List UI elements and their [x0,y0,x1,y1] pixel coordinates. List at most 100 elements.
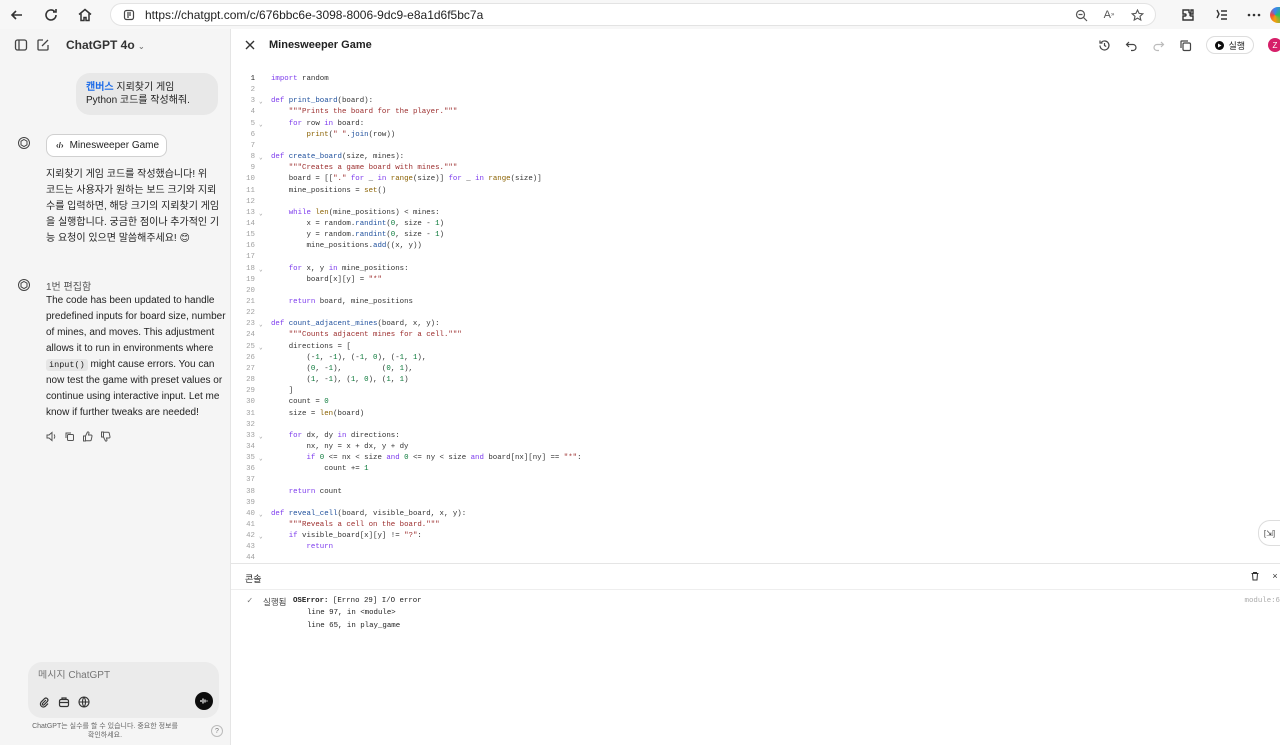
help-button[interactable]: ? [211,725,223,737]
extensions-button[interactable] [1171,0,1204,29]
more-button[interactable] [1237,0,1270,29]
code-line[interactable]: 29 ] [231,386,1280,397]
browser-copilot-icon[interactable] [1270,6,1280,23]
read-aloud-icon[interactable] [46,431,57,442]
code-line[interactable]: 23 ⌄ def count_adjacent_mines(board, x, y)… [231,319,1280,330]
code-line[interactable]: 43 return [231,542,1280,553]
code-line[interactable]: 17 [231,252,1280,263]
line-number: 33 [246,431,255,440]
code-line[interactable]: 31 size = len(board) [231,409,1280,420]
fold-chevron-icon[interactable]: ⌄ [259,342,263,353]
code-line[interactable]: 4 """Prints the board for the player.""" [231,107,1280,118]
line-number: 35 [246,454,255,463]
code-line[interactable]: 44 [231,553,1280,560]
code-line[interactable]: 39 [231,498,1280,509]
history-icon[interactable] [1098,39,1111,52]
code-text: mine_positions.add((x, y)) [271,242,422,251]
code-line[interactable]: 27 (0, -1), (0, 1), [231,364,1280,375]
code-line[interactable]: 3 ⌄ def print_board(board): [231,96,1280,107]
copy-icon[interactable] [1179,39,1192,52]
code-line[interactable]: 15 y = random.randint(0, size - 1) [231,230,1280,241]
favorite-icon[interactable] [1129,7,1145,23]
home-button[interactable] [68,0,102,29]
code-line[interactable]: 40 ⌄ def reveal_cell(board, visible_board,… [231,509,1280,520]
code-line[interactable]: 22 [231,308,1280,319]
code-line[interactable]: 35 ⌄ if 0 <= nx < size and 0 <= ny < size… [231,453,1280,464]
code-line[interactable]: 1 import random [231,74,1280,85]
thumbs-up-icon[interactable] [82,431,93,442]
collections-button[interactable] [1204,0,1237,29]
avatar[interactable]: Z [1268,38,1280,52]
code-line[interactable]: 12 [231,197,1280,208]
canvas-chip-button[interactable]: ‹/› Minesweeper Game [46,134,167,157]
update-line: allows it to run in environments where [46,343,214,354]
code-line[interactable]: 42 ⌄ if visible_board[x][y] != "?": [231,531,1280,542]
code-line[interactable]: 8 ⌄ def create_board(size, mines): [231,152,1280,163]
thumbs-down-icon[interactable] [100,431,111,442]
code-line[interactable]: 32 [231,420,1280,431]
code-line[interactable]: 34 nx, ny = x + dx, y + dy [231,442,1280,453]
fold-chevron-icon[interactable]: ⌄ [259,319,263,330]
fold-chevron-icon[interactable]: ⌄ [259,453,263,464]
trash-icon[interactable] [1250,571,1260,581]
url-text[interactable]: https://chatgpt.com/c/676bbc6e-3098-8006… [145,8,483,22]
zoom-icon[interactable] [1073,7,1089,23]
back-button[interactable] [0,0,34,29]
code-line[interactable]: 2 [231,85,1280,96]
code-line[interactable]: 20 [231,286,1280,297]
code-line[interactable]: 37 [231,475,1280,486]
code-line[interactable]: 30 count = 0 [231,397,1280,408]
code-line[interactable]: 36 count += 1 [231,464,1280,475]
fold-chevron-icon[interactable]: ⌄ [259,119,263,130]
code-line[interactable]: 9 """Creates a game board with mines.""" [231,163,1280,174]
code-line[interactable]: 25 ⌄ directions = [ [231,342,1280,353]
message-input[interactable] [38,670,208,681]
fold-chevron-icon[interactable]: ⌄ [259,431,263,442]
fold-chevron-icon[interactable]: ⌄ [259,96,263,107]
run-button[interactable]: 실행 [1206,36,1254,54]
fold-chevron-icon[interactable]: ⌄ [259,531,263,542]
code-line[interactable]: 33 ⌄ for dx, dy in directions: [231,431,1280,442]
fold-chevron-icon[interactable]: ⌄ [259,509,263,520]
code-line[interactable]: 6 print(" ".join(row)) [231,130,1280,141]
code-line[interactable]: 24 """Counts adjacent mines for a cell."… [231,330,1280,341]
read-aloud-icon[interactable]: A» [1101,7,1117,23]
code-line[interactable]: 38 return count [231,487,1280,498]
code-line[interactable]: 18 ⌄ for x, y in mine_positions: [231,264,1280,275]
undo-icon[interactable] [1125,39,1138,52]
side-tab-button[interactable]: [⇲] [1258,520,1280,546]
copy-icon[interactable] [64,431,75,442]
error-text: [Errno 29] I/O error [328,597,422,605]
code-text: for dx, dy in directions: [288,431,400,440]
code-line[interactable]: 16 mine_positions.add((x, y)) [231,241,1280,252]
code-line[interactable]: 7 [231,141,1280,152]
fold-chevron-icon[interactable]: ⌄ [259,264,263,275]
code-line[interactable]: 5 ⌄ for row in board: [231,119,1280,130]
code-line[interactable]: 21 return board, mine_positions [231,297,1280,308]
site-info-icon[interactable] [123,9,135,21]
code-line[interactable]: 19 board[x][y] = "*" [231,275,1280,286]
tools-icon[interactable] [58,696,70,708]
code-line[interactable]: 13 ⌄ while len(mine_positions) < mines: [231,208,1280,219]
fold-chevron-icon[interactable]: ⌄ [259,208,263,219]
globe-icon[interactable] [78,696,90,708]
model-selector[interactable]: ChatGPT 4o ⌄ [66,38,145,52]
redo-icon[interactable] [1152,39,1165,52]
code-line[interactable]: 14 x = random.randint(0, size - 1) [231,219,1280,230]
new-chat-icon[interactable] [36,38,50,52]
fold-chevron-icon[interactable]: ⌄ [259,152,263,163]
code-line[interactable]: 10 board = [["." for _ in range(size)] f… [231,174,1280,185]
code-line[interactable]: 28 (1, -1), (1, 0), (1, 1) [231,375,1280,386]
close-icon[interactable] [244,39,256,51]
address-bar[interactable]: https://chatgpt.com/c/676bbc6e-3098-8006… [110,3,1156,26]
code-line[interactable]: 11 mine_positions = set() [231,186,1280,197]
code-editor[interactable]: 1 import random 2 3 ⌄ def print_board(board):… [231,62,1280,560]
attach-icon[interactable] [38,696,50,708]
code-line[interactable]: 26 (-1, -1), (-1, 0), (-1, 1), [231,353,1280,364]
sidebar-toggle-icon[interactable] [14,38,28,52]
code-line[interactable]: 41 """Reveals a cell on the board.""" [231,520,1280,531]
edit-count-label[interactable]: 1번 편집함 [46,278,91,293]
voice-mode-button[interactable] [195,692,213,710]
reload-button[interactable] [34,0,68,29]
close-icon[interactable]: × [1270,571,1280,581]
